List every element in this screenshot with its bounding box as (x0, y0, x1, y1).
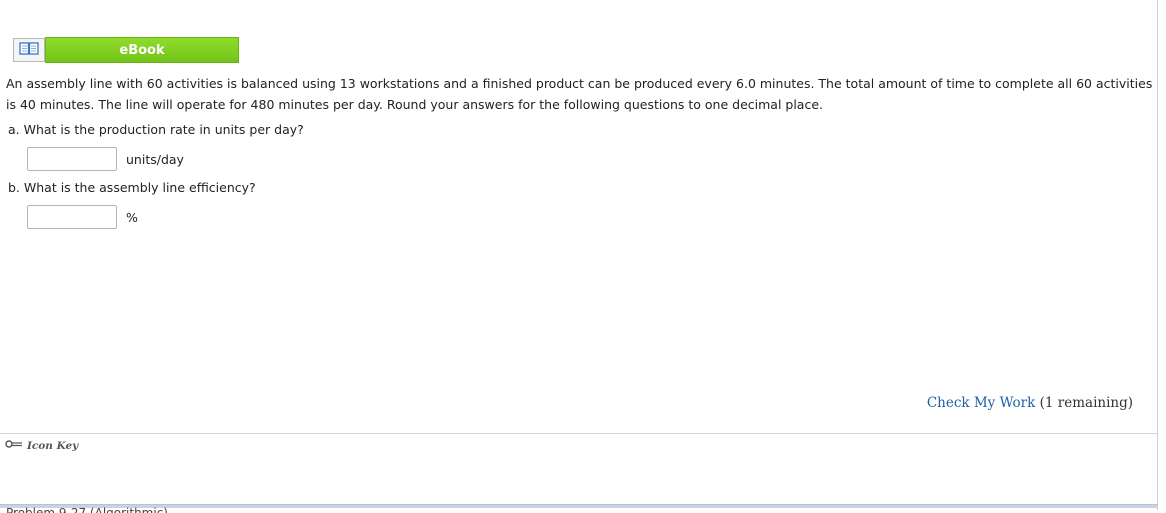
line-efficiency-input[interactable] (27, 205, 117, 229)
production-rate-input[interactable] (27, 147, 117, 171)
answer-row-b: % (27, 205, 138, 229)
question-text: An assembly line with 60 activities is b… (6, 76, 1153, 112)
icon-key-label: Icon Key (27, 439, 79, 452)
panel-right-border (1157, 0, 1158, 510)
ebook-icon-box[interactable] (13, 38, 45, 62)
key-icon (5, 439, 27, 452)
question-part-a: a. What is the production rate in units … (8, 122, 304, 137)
check-my-work-link[interactable]: Check My Work (927, 395, 1036, 411)
next-section-cut-text: Problem 9-27 (Algorithmic) (6, 507, 168, 513)
unit-label-b: % (126, 209, 138, 225)
book-icon (19, 41, 39, 60)
divider (0, 433, 1157, 434)
answer-row-a: units/day (27, 147, 184, 171)
icon-key-link[interactable]: Icon Key (5, 439, 78, 452)
panel-bottom-border (0, 504, 1158, 508)
remaining-count: (1 remaining) (1039, 395, 1133, 411)
ebook-bar: eBook (13, 37, 239, 64)
ebook-button[interactable]: eBook (45, 37, 239, 63)
unit-label-a: units/day (126, 151, 184, 167)
page: eBook An assembly line with 60 activitie… (0, 0, 1166, 513)
question-part-b: b. What is the assembly line efficiency? (8, 180, 256, 195)
check-my-work: Check My Work (1 remaining) (927, 395, 1133, 411)
